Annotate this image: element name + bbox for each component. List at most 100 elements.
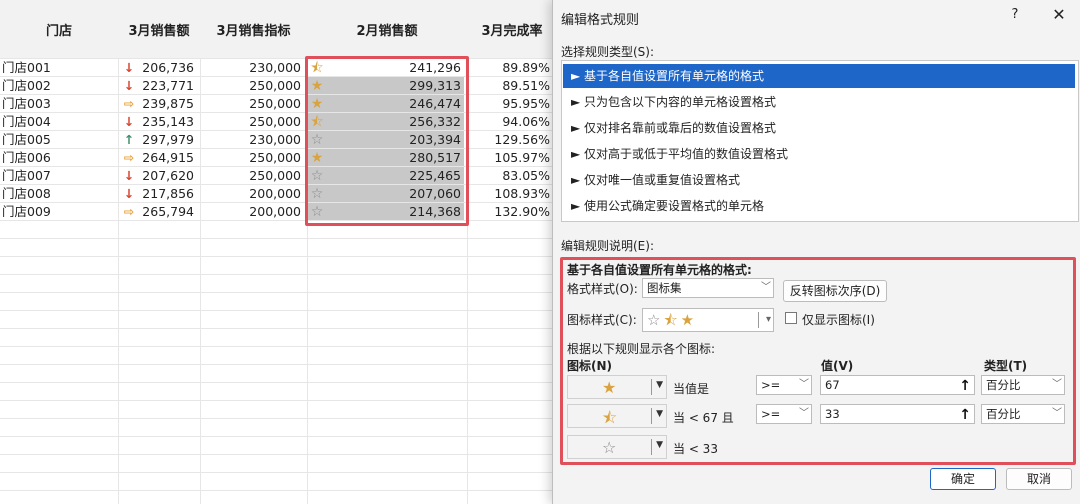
rule-type-list[interactable]: ► 基于各自值设置所有单元格的格式 ► 只为包含以下内容的单元格设置格式 ► 仅对排… [561, 60, 1079, 222]
rule-description-panel: 基于各自值设置所有单元格的格式: 格式样式(O): 图标集 ﹀ 反转图标次序(D… [560, 257, 1076, 465]
gridline [0, 112, 560, 113]
rule-type-item[interactable]: ► 仅对唯一值或重复值设置格式 [563, 168, 1075, 192]
march-rate-cell[interactable]: 108.93% [470, 185, 550, 203]
icon-select-half[interactable]: ⯪ ▼ [567, 404, 667, 428]
march-rate-cell[interactable]: 95.95% [470, 95, 550, 113]
store-cell[interactable]: 门店008 [2, 185, 112, 203]
store-cell[interactable]: 门店002 [2, 77, 112, 95]
gridline [0, 256, 560, 257]
gridline [0, 148, 560, 149]
march-target-cell[interactable]: 230,000 [200, 131, 301, 149]
march-target-cell[interactable]: 250,000 [200, 77, 301, 95]
store-cell[interactable]: 门店007 [2, 167, 112, 185]
march-target-cell[interactable]: 250,000 [200, 167, 301, 185]
store-cell[interactable]: 门店001 [2, 59, 112, 77]
gridline [0, 76, 560, 77]
header-march-sales[interactable]: 3月销售额 [118, 0, 200, 58]
close-button[interactable]: ✕ [1049, 5, 1069, 25]
rule-1-value-input[interactable]: 67 ↑ [820, 375, 975, 395]
rule-1-type-select[interactable]: 百分比 ﹀ [981, 375, 1065, 395]
chevron-down-icon: ▾ [765, 314, 771, 325]
store-cell[interactable]: 门店003 [2, 95, 112, 113]
march-rate-cell[interactable]: 83.05% [470, 167, 550, 185]
march-rate-cell[interactable]: 89.89% [470, 59, 550, 77]
rule-2-value-input[interactable]: 33 ↑ [820, 404, 975, 424]
header-row: 门店 3月销售额 3月销售指标 2月销售额 3月完成率 [0, 0, 560, 58]
selection-highlight-box [305, 56, 469, 226]
gridline [0, 130, 560, 131]
rule-type-item[interactable]: ► 仅对高于或低于平均值的数值设置格式 [563, 142, 1075, 166]
header-march-target[interactable]: 3月销售指标 [200, 0, 307, 58]
march-target-cell[interactable]: 200,000 [200, 185, 301, 203]
march-target-cell[interactable]: 200,000 [200, 203, 301, 221]
format-style-select[interactable]: 图标集 ﹀ [642, 278, 774, 298]
march-sales-cell[interactable]: 264,915 [130, 149, 194, 167]
march-rate-cell[interactable]: 105.97% [470, 149, 550, 167]
cancel-button[interactable]: 取消 [1006, 468, 1072, 490]
march-sales-cell[interactable]: 297,979 [130, 131, 194, 149]
header-feb-sales[interactable]: 2月销售额 [307, 0, 467, 58]
store-cell[interactable]: 门店004 [2, 113, 112, 131]
gridline [0, 400, 560, 401]
dropdown-arrow-icon: ▼ [656, 440, 663, 450]
march-sales-cell[interactable]: 265,794 [130, 203, 194, 221]
format-style-value: 图标集 [647, 281, 682, 295]
ok-button[interactable]: 确定 [930, 468, 996, 490]
rule-type-item[interactable]: ► 仅对排名靠前或靠后的数值设置格式 [563, 116, 1075, 140]
rule-2-condition: 当 < 67 且 [673, 411, 734, 425]
rule-2-type-select[interactable]: 百分比 ﹀ [981, 404, 1065, 424]
show-icon-only-checkbox[interactable] [785, 312, 797, 324]
store-cell[interactable]: 门店005 [2, 131, 112, 149]
gridline [0, 436, 560, 437]
table-row: 门店001 ↓ 206,736 230,000 ⯪ 241,296 89.89% [0, 59, 560, 77]
march-target-cell[interactable]: 250,000 [200, 95, 301, 113]
march-sales-cell[interactable]: 206,736 [130, 59, 194, 77]
dropdown-arrow-icon: ▼ [656, 380, 663, 390]
march-target-cell[interactable]: 230,000 [200, 59, 301, 77]
icon-select-full[interactable]: ★ ▼ [567, 375, 667, 399]
show-icon-only-label: 仅显示图标(I) [802, 313, 875, 327]
gridline [0, 238, 560, 239]
rule-type-item[interactable]: ► 使用公式确定要设置格式的单元格 [563, 194, 1075, 218]
march-target-cell[interactable]: 250,000 [200, 149, 301, 167]
march-sales-cell[interactable]: 207,620 [130, 167, 194, 185]
store-cell[interactable]: 门店006 [2, 149, 112, 167]
march-sales-cell[interactable]: 235,143 [130, 113, 194, 131]
march-sales-cell[interactable]: 239,875 [130, 95, 194, 113]
table-row: 门店009 ⇨ 265,794 200,000 ☆ 214,368 132.90% [0, 203, 560, 221]
icon-style-label: 图标样式(C): [567, 313, 637, 327]
rule-type-item[interactable]: ► 只为包含以下内容的单元格设置格式 [563, 90, 1075, 114]
rule-1-condition: 当值是 [673, 382, 710, 396]
gridline [0, 382, 560, 383]
header-store[interactable]: 门店 [0, 0, 118, 58]
rule-2-operator[interactable]: >= ﹀ [756, 404, 812, 424]
march-target-cell[interactable]: 250,000 [200, 113, 301, 131]
gridline [0, 454, 560, 455]
column-icon-header: 图标(N) [567, 359, 613, 373]
march-sales-cell[interactable]: 217,856 [130, 185, 194, 203]
table-row: 门店007 ↓ 207,620 250,000 ☆ 225,465 83.05% [0, 167, 560, 185]
rule-type-item[interactable]: ► 基于各自值设置所有单元格的格式 [563, 64, 1075, 88]
collapse-range-icon[interactable]: ↑ [959, 377, 971, 395]
gridline [0, 490, 560, 491]
dropdown-arrow-icon: ▼ [656, 409, 663, 419]
icon-select-empty[interactable]: ☆ ▼ [567, 435, 667, 459]
help-button[interactable]: ? [1005, 5, 1025, 25]
spreadsheet: 门店 3月销售额 3月销售指标 2月销售额 3月完成率 门店001 ↓ 206,73… [0, 0, 560, 504]
gridline [0, 328, 560, 329]
march-rate-cell[interactable]: 129.56% [470, 131, 550, 149]
empty-star-icon: ☆ [602, 438, 617, 457]
table-row: 门店005 ↑ 297,979 230,000 ☆ 203,394 129.56% [0, 131, 560, 149]
march-rate-cell[interactable]: 94.06% [470, 113, 550, 131]
march-sales-cell[interactable]: 223,771 [130, 77, 194, 95]
icon-style-select[interactable]: ☆⯪★ ▾ [642, 308, 774, 332]
reverse-icon-order-button[interactable]: 反转图标次序(D) [783, 280, 887, 302]
table-row: 门店008 ↓ 217,856 200,000 ☆ 207,060 108.93% [0, 185, 560, 203]
rule-1-operator[interactable]: >= ﹀ [756, 375, 812, 395]
description-heading: 基于各自值设置所有单元格的格式: [567, 263, 752, 277]
collapse-range-icon[interactable]: ↑ [959, 406, 971, 424]
march-rate-cell[interactable]: 132.90% [470, 203, 550, 221]
header-march-rate[interactable]: 3月完成率 [467, 0, 557, 58]
store-cell[interactable]: 门店009 [2, 203, 112, 221]
march-rate-cell[interactable]: 89.51% [470, 77, 550, 95]
